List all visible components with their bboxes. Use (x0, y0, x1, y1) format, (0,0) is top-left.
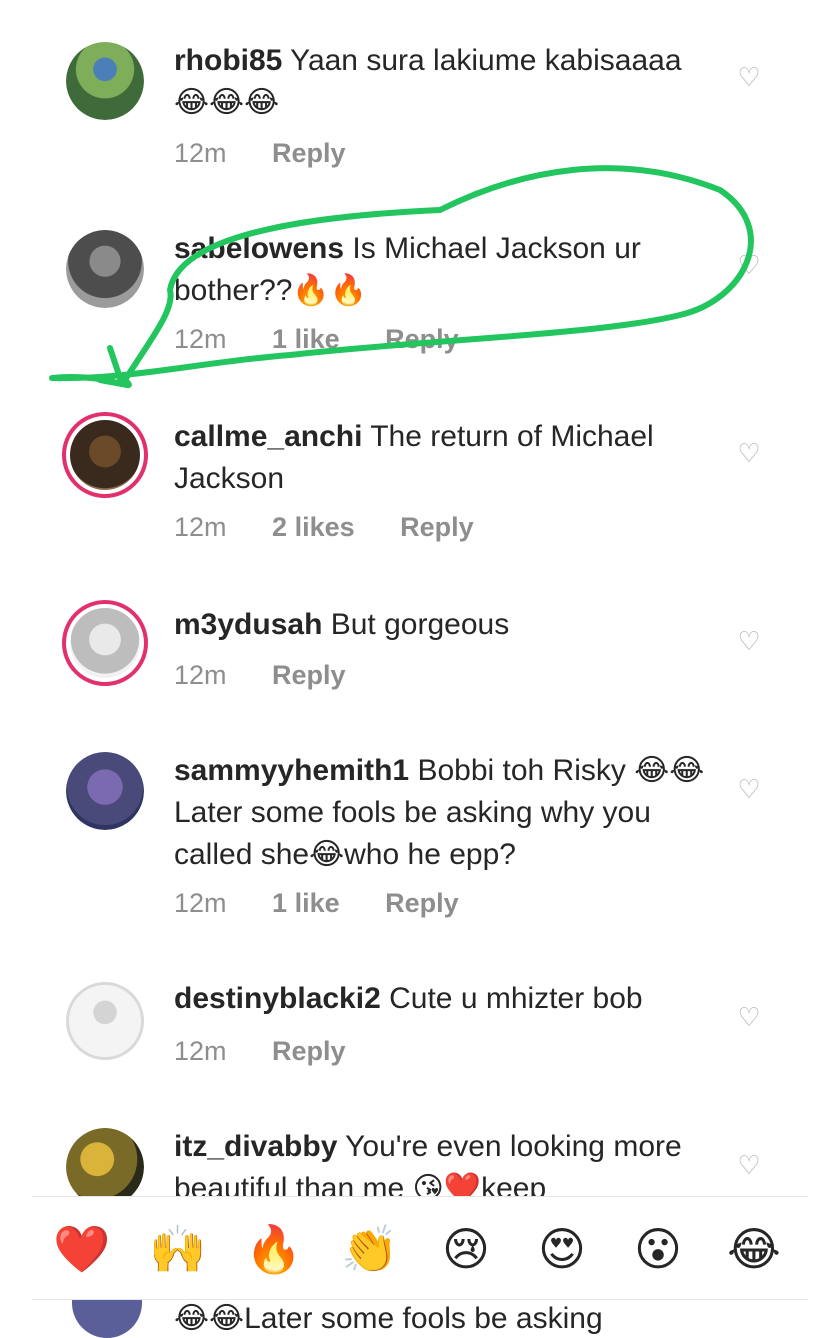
reply-button[interactable]: Reply (400, 512, 474, 542)
reply-button[interactable]: Reply (385, 888, 459, 918)
comment-username[interactable]: itz_divabby (174, 1130, 337, 1163)
comment-likes[interactable]: 2 likes (272, 512, 355, 542)
avatar[interactable] (66, 982, 144, 1060)
comment-text: 😂😂Later some fools be asking (174, 1302, 603, 1335)
comment-username[interactable]: sammyyhemith1 (174, 754, 409, 787)
comment-list: rhobi85 Yaan sura lakiume kabisaaaa😂😂😂 1… (0, 0, 840, 1200)
comment-body: destinyblacki2 Cute u mhizter bob (174, 978, 714, 1020)
comment-time: 12m (174, 660, 227, 690)
avatar[interactable] (66, 752, 144, 830)
comment-text: But gorgeous (330, 608, 510, 641)
comment-time: 12m (174, 138, 227, 168)
heart-eyes-reaction-icon[interactable]: 😍 (532, 1219, 592, 1279)
laughing-reaction-icon[interactable]: 😂 (724, 1219, 784, 1279)
like-heart-icon[interactable]: ♡ (734, 1150, 764, 1180)
comment-username[interactable]: destinyblacki2 (174, 982, 381, 1015)
comment-time: 12m (174, 324, 227, 354)
comment-meta: 12m 1 like Reply (174, 888, 497, 919)
like-heart-icon[interactable]: ♡ (734, 774, 764, 804)
comment-likes[interactable]: 1 like (272, 324, 340, 354)
comment-username[interactable]: rhobi85 (174, 44, 282, 77)
reply-button[interactable]: Reply (272, 1036, 346, 1066)
comment-username[interactable]: callme_anchi (174, 420, 362, 453)
comment-username[interactable]: m3ydusah (174, 608, 322, 641)
comment-likes[interactable]: 1 like (272, 888, 340, 918)
like-heart-icon[interactable]: ♡ (734, 1002, 764, 1032)
avatar[interactable] (62, 600, 148, 686)
comment-body: sammyyhemith1 Bobbi toh Risky 😂😂Later so… (174, 750, 714, 876)
reply-button[interactable]: Reply (272, 138, 346, 168)
comment-body: rhobi85 Yaan sura lakiume kabisaaaa😂😂😂 (174, 40, 714, 124)
raised-hands-reaction-icon[interactable]: 🙌 (148, 1219, 208, 1279)
comment-body: sabelowens Is Michael Jackson ur bother?… (174, 228, 714, 312)
avatar[interactable] (62, 412, 148, 498)
reply-button[interactable]: Reply (385, 324, 459, 354)
comment-username[interactable]: sabelowens (174, 232, 344, 265)
comment-time: 12m (174, 1036, 227, 1066)
crying-reaction-icon[interactable]: 😢 (436, 1219, 496, 1279)
comment-meta: 12m Reply (174, 138, 384, 169)
comment-meta: 12m 1 like Reply (174, 324, 497, 355)
quick-reaction-bar: ❤️ 🙌 🔥 👏 😢 😍 😮 😂 (32, 1196, 808, 1300)
like-heart-icon[interactable]: ♡ (734, 626, 764, 656)
avatar (72, 1300, 142, 1338)
heart-reaction-icon[interactable]: ❤️ (52, 1219, 112, 1279)
avatar[interactable] (66, 42, 144, 120)
comment-body: itz_divabby You're even looking more bea… (174, 1126, 714, 1200)
comment-body: callme_anchi The return of Michael Jacks… (174, 416, 714, 500)
comment-meta: 12m Reply (174, 660, 384, 691)
like-heart-icon[interactable]: ♡ (734, 438, 764, 468)
surprised-reaction-icon[interactable]: 😮 (628, 1219, 688, 1279)
fire-reaction-icon[interactable]: 🔥 (244, 1219, 304, 1279)
comment-time: 12m (174, 888, 227, 918)
comment-text: Cute u mhizter bob (389, 982, 643, 1015)
comment-body: m3ydusah But gorgeous (174, 604, 714, 646)
avatar[interactable] (66, 1128, 144, 1200)
like-heart-icon[interactable]: ♡ (734, 62, 764, 92)
avatar[interactable] (66, 230, 144, 308)
clapping-reaction-icon[interactable]: 👏 (340, 1219, 400, 1279)
comment-meta: 12m Reply (174, 1036, 384, 1067)
comment-time: 12m (174, 512, 227, 542)
reply-button[interactable]: Reply (272, 660, 346, 690)
comment-meta: 12m 2 likes Reply (174, 512, 512, 543)
like-heart-icon[interactable]: ♡ (734, 250, 764, 280)
